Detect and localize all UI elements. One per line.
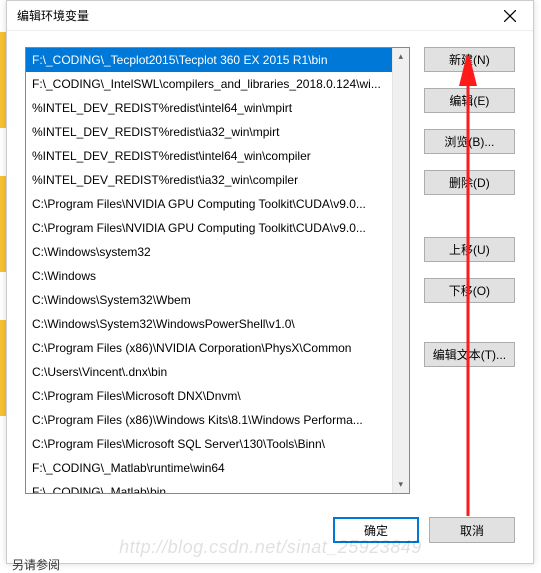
list-item[interactable]: C:\Windows\System32\Wbem xyxy=(26,288,396,312)
list-inner: F:\_CODING\_Tecplot2015\Tecplot 360 EX 2… xyxy=(26,48,396,493)
close-button[interactable] xyxy=(487,1,533,31)
list-item[interactable]: C:\Windows xyxy=(26,264,396,288)
delete-button[interactable]: 删除(D) xyxy=(424,170,515,195)
button-column: 新建(N) 编辑(E) 浏览(B)... 删除(D) 上移(U) 下移(O) 编… xyxy=(424,47,515,494)
list-item[interactable]: C:\Users\Vincent\.dnx\bin xyxy=(26,360,396,384)
new-button[interactable]: 新建(N) xyxy=(424,47,515,72)
list-item[interactable]: C:\Program Files\NVIDIA GPU Computing To… xyxy=(26,192,396,216)
edit-button[interactable]: 编辑(E) xyxy=(424,88,515,113)
list-item[interactable]: C:\Program Files (x86)\NVIDIA Corporatio… xyxy=(26,336,396,360)
list-item[interactable]: F:\_CODING\_Matlab\bin xyxy=(26,480,396,493)
scroll-up-icon[interactable]: ▴ xyxy=(393,48,409,65)
list-item[interactable]: F:\_CODING\_Tecplot2015\Tecplot 360 EX 2… xyxy=(26,48,396,72)
move-down-button[interactable]: 下移(O) xyxy=(424,278,515,303)
ok-button[interactable]: 确定 xyxy=(333,517,419,543)
list-item[interactable]: C:\Windows\system32 xyxy=(26,240,396,264)
list-item[interactable]: C:\Program Files (x86)\Windows Kits\8.1\… xyxy=(26,408,396,432)
scroll-track[interactable] xyxy=(393,65,409,476)
dialog-title: 编辑环境变量 xyxy=(17,7,89,24)
list-item[interactable]: %INTEL_DEV_REDIST%redist\intel64_win\mpi… xyxy=(26,96,396,120)
scroll-down-icon[interactable]: ▾ xyxy=(393,476,409,493)
edit-env-dialog: 编辑环境变量 F:\_CODING\_Tecplot2015\Tecplot 3… xyxy=(6,0,534,564)
bottom-hint: 另请参阅 xyxy=(12,556,60,573)
list-item[interactable]: %INTEL_DEV_REDIST%redist\intel64_win\com… xyxy=(26,144,396,168)
edit-text-button[interactable]: 编辑文本(T)... xyxy=(424,342,515,367)
dialog-content: F:\_CODING\_Tecplot2015\Tecplot 360 EX 2… xyxy=(7,31,533,494)
list-item[interactable]: F:\_CODING\_IntelSWL\compilers_and_libra… xyxy=(26,72,396,96)
cancel-button[interactable]: 取消 xyxy=(429,517,515,543)
browse-button[interactable]: 浏览(B)... xyxy=(424,129,515,154)
move-up-button[interactable]: 上移(U) xyxy=(424,237,515,262)
list-item[interactable]: C:\Program Files\Microsoft SQL Server\13… xyxy=(26,432,396,456)
path-listbox[interactable]: F:\_CODING\_Tecplot2015\Tecplot 360 EX 2… xyxy=(25,47,410,494)
list-item[interactable]: %INTEL_DEV_REDIST%redist\ia32_win\compil… xyxy=(26,168,396,192)
list-item[interactable]: F:\_CODING\_Matlab\runtime\win64 xyxy=(26,456,396,480)
close-icon xyxy=(504,10,516,22)
vertical-scrollbar[interactable]: ▴ ▾ xyxy=(392,48,409,493)
titlebar: 编辑环境变量 xyxy=(7,1,533,31)
list-item[interactable]: C:\Windows\System32\WindowsPowerShell\v1… xyxy=(26,312,396,336)
list-item[interactable]: C:\Program Files\NVIDIA GPU Computing To… xyxy=(26,216,396,240)
list-item[interactable]: C:\Program Files\Microsoft DNX\Dnvm\ xyxy=(26,384,396,408)
list-item[interactable]: %INTEL_DEV_REDIST%redist\ia32_win\mpirt xyxy=(26,120,396,144)
dialog-footer: 确定 取消 xyxy=(333,517,515,543)
